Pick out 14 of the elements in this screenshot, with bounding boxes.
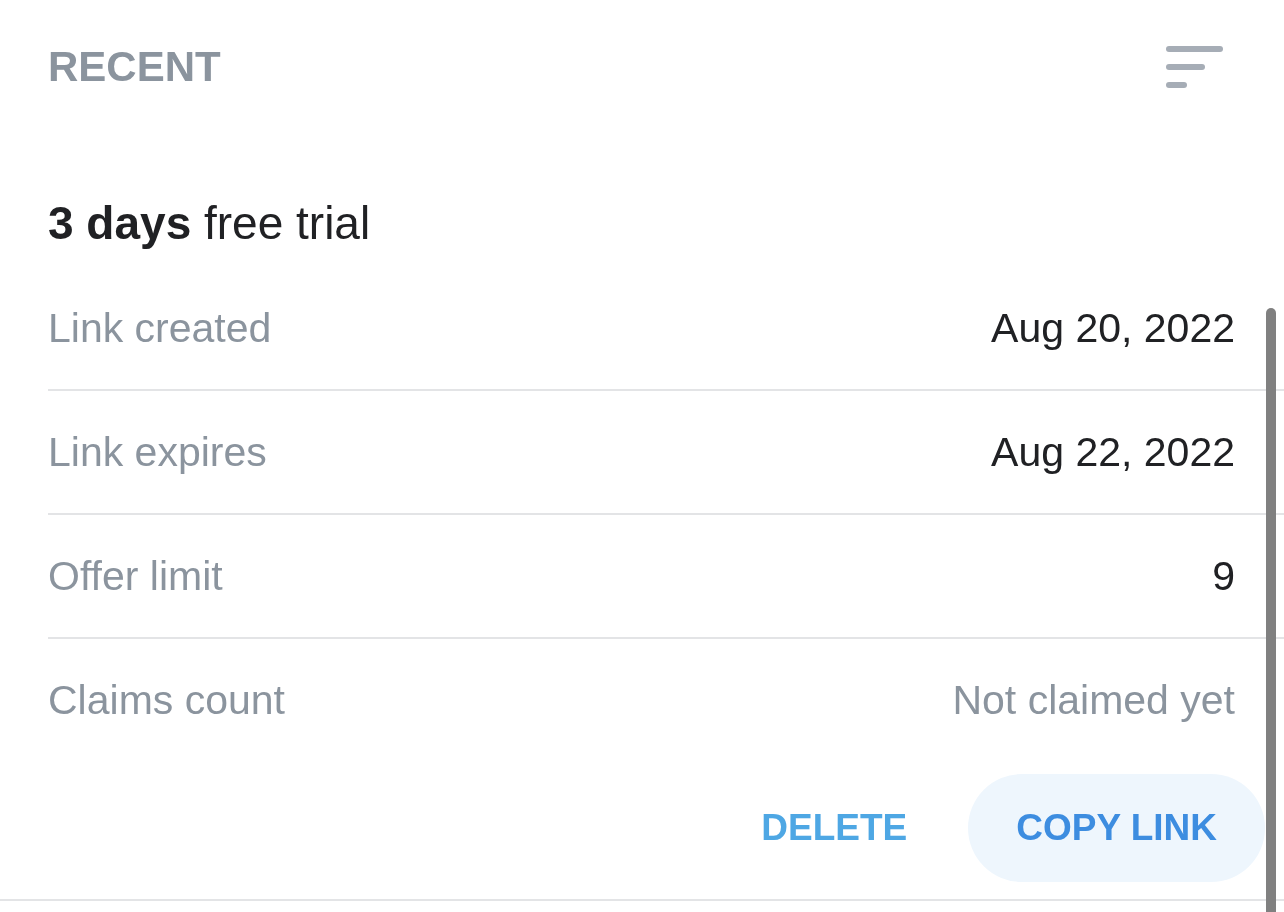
detail-value: Aug 20, 2022 <box>991 304 1235 352</box>
offer-title: 3 days free trial <box>48 196 372 250</box>
copy-link-button[interactable]: COPY LINK <box>968 774 1265 882</box>
delete-button[interactable]: DELETE <box>737 774 932 882</box>
section-heading: RECENT <box>48 42 221 92</box>
detail-label: Link expires <box>48 428 267 476</box>
scrollbar-thumb[interactable] <box>1266 308 1276 912</box>
detail-label: Offer limit <box>48 552 223 600</box>
detail-value: Not claimed yet <box>952 676 1235 724</box>
sort-icon[interactable] <box>1166 46 1223 89</box>
detail-label: Claims count <box>48 676 285 724</box>
detail-value: 9 <box>1212 552 1235 600</box>
detail-label: Link created <box>48 304 272 352</box>
detail-value: Aug 22, 2022 <box>991 428 1235 476</box>
